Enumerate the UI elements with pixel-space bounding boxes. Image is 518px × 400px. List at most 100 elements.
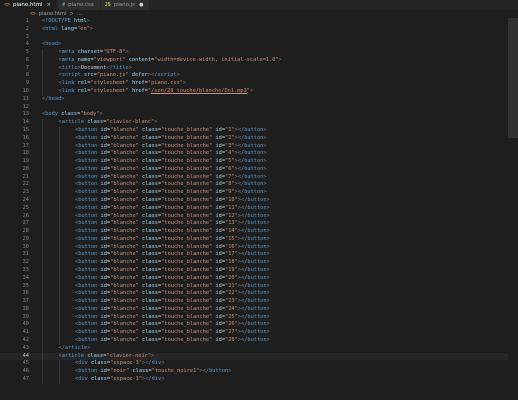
- code-line[interactable]: 7 <title>Document</title>: [0, 64, 518, 73]
- indent-guide: [58, 158, 60, 166]
- code-line[interactable]: 17 <button id="blanche" class="touche_bla…: [0, 142, 518, 151]
- code-line[interactable]: 35 <button id="blanche" class="touche_bla…: [0, 282, 518, 291]
- code-text: <button id="blanche" class="touche_blanc…: [75, 306, 518, 314]
- code-line[interactable]: 22 <button id="blanche" class="touche_bla…: [0, 181, 518, 190]
- code-line[interactable]: 27 <button id="blanche" class="touche_bla…: [0, 220, 518, 229]
- code-token: "blanche": [110, 282, 139, 289]
- code-line[interactable]: 43 </article>: [0, 344, 518, 353]
- code-editor[interactable]: 1 <!DOCTYPE html> 2 <html lang="en"> 3 4 <head…: [0, 18, 518, 400]
- code-line[interactable]: 19 <button id="blanche" class="touche_bla…: [0, 158, 518, 166]
- code-token: class: [142, 142, 158, 149]
- indent-guide: [42, 158, 43, 166]
- code-token: rel: [77, 88, 88, 95]
- code-token: "clavier-blanc": [106, 119, 155, 126]
- code-text: <button id="blanche" class="touche_blanc…: [75, 166, 518, 174]
- code-line[interactable]: 6 <meta name="viewport" content="width=de…: [0, 56, 518, 65]
- indent-guide: [58, 368, 60, 376]
- indent-guide: [42, 313, 43, 322]
- code-line[interactable]: 20 <button id="blanche" class="touche_bla…: [0, 165, 518, 174]
- code-line[interactable]: 3: [0, 34, 518, 42]
- code-line[interactable]: 2 <html lang="en">: [0, 26, 518, 34]
- tab-piano-css[interactable]: # piano.css: [58, 0, 101, 10]
- code-token: button: [244, 189, 264, 196]
- code-line[interactable]: 1 <!DOCTYPE html>: [0, 18, 518, 26]
- code-line[interactable]: 13 <body class="body">: [0, 111, 518, 119]
- code-line[interactable]: 47 <div class="espace-1"></div>: [0, 375, 518, 384]
- code-line[interactable]: 34 <button id="blanche" class="touche_bla…: [0, 274, 518, 283]
- code-token: class: [142, 220, 158, 227]
- code-line[interactable]: 37 <button id="blanche" class="touche_bla…: [0, 298, 518, 306]
- code-token: class: [132, 368, 149, 375]
- code-line[interactable]: 40 <button id="blanche" class="touche_bla…: [0, 321, 518, 330]
- line-number: 15: [22, 126, 29, 133]
- breadcrumb-separator: >: [69, 11, 74, 17]
- code-line[interactable]: 11 </head>: [0, 96, 518, 104]
- code-line[interactable]: 23 <button id="blanche" class="touche_bla…: [0, 189, 518, 197]
- code-line[interactable]: 24 <button id="blanche" class="touche_bla…: [0, 196, 518, 205]
- code-token: >: [266, 274, 270, 281]
- code-text: </article>: [59, 345, 518, 353]
- code-token: class: [90, 360, 107, 367]
- code-line[interactable]: 15 <button id="blanche" class="touche_bla…: [0, 126, 518, 135]
- code-token: "clavier-noir": [106, 352, 152, 359]
- code-text: <button id="blanche" class="touche_blanc…: [75, 251, 518, 259]
- breadcrumb-rest[interactable]: ...: [77, 11, 82, 17]
- code-line[interactable]: 10 <link rel="stylesheet" href="/son/28 t…: [0, 88, 518, 96]
- breadcrumb-file[interactable]: piano.html: [39, 11, 67, 17]
- code-token: "blanche": [110, 305, 139, 312]
- code-token: "piano.css": [147, 80, 183, 87]
- code-line[interactable]: 25 <button id="blanche" class="touche_bla…: [0, 204, 518, 213]
- code-token: class: [142, 282, 158, 289]
- indent-guide: [58, 267, 60, 275]
- code-token: "touche_blanche": [161, 298, 213, 305]
- close-tab-icon[interactable]: ×: [46, 2, 51, 8]
- code-line[interactable]: 12: [0, 104, 518, 112]
- code-text: <button id="blanche" class="touche_blanc…: [75, 174, 518, 182]
- indent-guide: [42, 360, 43, 369]
- code-line[interactable]: 29 <button id="blanche" class="touche_bla…: [0, 235, 518, 244]
- code-line[interactable]: 46 <button id="noir" class="touche_noire1…: [0, 368, 518, 376]
- code-line[interactable]: 5 <meta charset="UTF-8">: [0, 49, 518, 57]
- code-token: "espace-1": [110, 375, 143, 382]
- code-token: "22": [225, 290, 238, 297]
- code-token: link: [61, 88, 75, 95]
- code-text: <article class="clavier-blanc">: [59, 119, 518, 127]
- indent-guide: [42, 80, 43, 89]
- code-line[interactable]: 42 <button id="blanche" class="touche_bla…: [0, 337, 518, 345]
- code-text: <button id="blanche" class="touche_blanc…: [75, 329, 518, 337]
- code-line[interactable]: 36 <button id="blanche" class="touche_bla…: [0, 290, 518, 299]
- code-text: <button id="blanche" class="touche_blanc…: [75, 143, 518, 151]
- code-line[interactable]: 38 <button id="blanche" class="touche_bla…: [0, 305, 518, 314]
- code-line[interactable]: 4 <head>: [0, 41, 518, 49]
- code-line[interactable]: 33 <button id="blanche" class="touche_bla…: [0, 267, 518, 275]
- code-line[interactable]: 9 <link rel="stylesheet" href="piano.css"…: [0, 80, 518, 89]
- code-line[interactable]: 16 <button id="blanche" class="touche_bla…: [0, 134, 518, 143]
- code-line[interactable]: 26 <button id="blanche" class="touche_bla…: [0, 212, 518, 221]
- code-line[interactable]: 39 <button id="blanche" class="touche_bla…: [0, 313, 518, 322]
- code-line[interactable]: 45 <div class="espace-3"></div>: [0, 360, 518, 369]
- code-token: div: [151, 375, 162, 382]
- code-line[interactable]: 21 <button id="blanche" class="touche_bla…: [0, 173, 518, 182]
- code-line[interactable]: 44 <article class="clavier-noir">: [0, 352, 518, 361]
- tab-piano-js[interactable]: JS piano.js ●: [100, 0, 151, 10]
- code-token: "touche_blanche": [161, 165, 213, 172]
- line-number: 20: [22, 165, 29, 172]
- code-token: /son/28 touche/blanche/Do1.mp3: [151, 88, 247, 95]
- code-token: class: [87, 119, 104, 126]
- code-line[interactable]: 41 <button id="blanche" class="touche_bla…: [0, 329, 518, 338]
- code-line[interactable]: 14 <article class="clavier-blanc">: [0, 119, 518, 127]
- code-line[interactable]: 31 <button id="blanche" class="touche_bla…: [0, 251, 518, 260]
- code-line[interactable]: 32 <button id="blanche" class="touche_bla…: [0, 259, 518, 267]
- vertical-scrollbar[interactable]: [508, 18, 518, 400]
- scrollbar-thumb[interactable]: [508, 18, 518, 138]
- code-token: "11": [225, 204, 238, 211]
- code-token: class: [142, 329, 158, 336]
- code-line[interactable]: 30 <button id="blanche" class="touche_bla…: [0, 243, 518, 252]
- code-line[interactable]: 28 <button id="blanche" class="touche_bla…: [0, 228, 518, 236]
- code-line[interactable]: 8 <script src="piano.js" defer></script>: [0, 72, 518, 81]
- code-line[interactable]: 18 <button id="blanche" class="touche_bla…: [0, 150, 518, 159]
- tab-piano-html[interactable]: <> piano.html ×: [0, 0, 59, 10]
- indent-guide: [42, 189, 43, 197]
- unsaved-dot-icon[interactable]: ●: [139, 2, 143, 8]
- indent-guide: [58, 329, 60, 338]
